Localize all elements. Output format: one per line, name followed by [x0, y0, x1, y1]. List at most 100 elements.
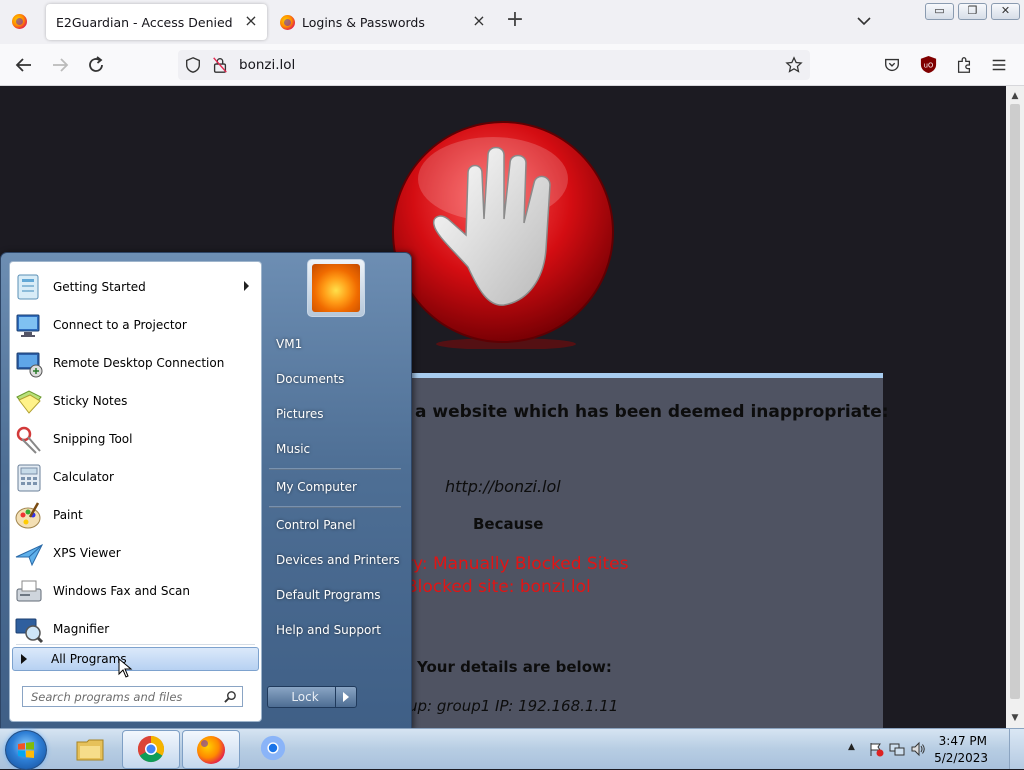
snipping-tool-icon [16, 426, 41, 454]
lock-button[interactable]: Lock [267, 686, 343, 708]
navigation-toolbar: bonzi.lol uO [0, 44, 1024, 86]
all-programs-label: All Programs [51, 652, 127, 666]
blocked-site-reason: Blocked site: bonzi.lol [406, 577, 591, 597]
close-icon[interactable]: × [243, 13, 259, 29]
link-my-computer[interactable]: My Computer [276, 480, 357, 494]
play-arrow-icon [21, 654, 27, 664]
link-user-vm1[interactable]: VM1 [276, 337, 302, 351]
getting-started-icon [17, 274, 39, 300]
folder-icon [76, 739, 104, 761]
restore-button[interactable]: ❐ [958, 3, 987, 20]
address-bar[interactable]: bonzi.lol [178, 50, 810, 80]
program-xps-viewer[interactable]: XPS Viewer [12, 536, 259, 572]
link-control-panel[interactable]: Control Panel [276, 518, 356, 532]
taskbar-explorer[interactable] [62, 730, 118, 767]
taskbar-firefox[interactable] [182, 730, 240, 769]
program-label: Magnifier [53, 622, 110, 636]
block-category: ry: Manually Blocked Sites [406, 554, 629, 574]
ublock-icon[interactable]: uO [919, 55, 938, 74]
show-desktop-button[interactable] [1009, 729, 1024, 769]
tab-title: Logins & Passwords [302, 15, 425, 30]
program-sticky-notes[interactable]: Sticky Notes [12, 384, 259, 420]
chromium-icon [260, 735, 286, 761]
fax-scan-icon [16, 580, 42, 602]
tab-logins[interactable]: Logins & Passwords × [270, 4, 495, 40]
because-label: Because [473, 515, 544, 533]
start-menu-programs-pane: Getting Started Connect to a Projector R… [9, 261, 262, 722]
minimize-button[interactable]: ▭ [925, 3, 954, 20]
link-help-support[interactable]: Help and Support [276, 623, 381, 637]
search-placeholder: Search programs and files [31, 690, 183, 704]
taskbar: ▲ 3:47 PM 5/2/2023 [0, 728, 1024, 770]
program-calculator[interactable]: Calculator [12, 460, 259, 496]
program-connect-projector[interactable]: Connect to a Projector [12, 308, 259, 344]
extensions-puzzle-icon[interactable] [955, 56, 973, 74]
program-label: Paint [53, 508, 83, 522]
program-remote-desktop[interactable]: Remote Desktop Connection [12, 346, 259, 382]
back-arrow-icon[interactable] [12, 53, 36, 77]
tab-bar: E2Guardian - Access Denied × Logins & Pa… [0, 0, 1024, 44]
program-snipping-tool[interactable]: Snipping Tool [12, 422, 259, 458]
close-window-button[interactable]: ✕ [991, 3, 1020, 20]
clock-time[interactable]: 3:47 PM [939, 734, 987, 748]
program-getting-started[interactable]: Getting Started [12, 270, 259, 306]
vertical-scrollbar[interactable]: ▲ ▼ [1006, 86, 1024, 728]
remote-desktop-icon [16, 352, 43, 378]
program-fax-scan[interactable]: Windows Fax and Scan [12, 574, 259, 610]
link-documents[interactable]: Documents [276, 372, 344, 386]
firefox-icon [280, 15, 295, 30]
pocket-icon[interactable] [883, 56, 901, 74]
clock-date[interactable]: 5/2/2023 [934, 751, 988, 765]
chevron-down-icon[interactable] [854, 12, 874, 30]
action-center-flag-icon[interactable] [868, 741, 884, 757]
submenu-arrow-icon[interactable] [244, 281, 249, 291]
separator [16, 644, 255, 645]
scroll-up-arrow-icon[interactable]: ▲ [1006, 88, 1024, 104]
url-text: bonzi.lol [239, 57, 296, 73]
lock-warning-icon[interactable] [211, 56, 229, 74]
network-icon[interactable] [889, 741, 905, 757]
link-devices-printers[interactable]: Devices and Printers [276, 553, 400, 567]
separator [269, 506, 401, 508]
forward-arrow-icon[interactable] [48, 53, 72, 77]
start-button[interactable] [5, 730, 47, 770]
show-hidden-icons-icon[interactable]: ▲ [848, 742, 855, 752]
program-label: Getting Started [53, 280, 146, 294]
bookmark-star-icon[interactable] [785, 56, 803, 74]
volume-icon[interactable] [910, 741, 926, 757]
start-menu: Getting Started Connect to a Projector R… [0, 252, 412, 730]
search-icon[interactable] [224, 690, 237, 703]
projector-icon [16, 314, 40, 337]
flower-picture-icon [312, 264, 360, 312]
close-icon[interactable]: × [471, 13, 487, 29]
separator [269, 468, 401, 470]
program-magnifier[interactable]: Magnifier [12, 612, 259, 648]
scroll-down-arrow-icon[interactable]: ▼ [1006, 710, 1024, 726]
tab-e2guardian[interactable]: E2Guardian - Access Denied × [46, 4, 267, 40]
link-pictures[interactable]: Pictures [276, 407, 324, 421]
reload-icon[interactable] [84, 53, 108, 77]
sticky-notes-icon [16, 390, 42, 414]
new-tab-button[interactable]: + [504, 9, 526, 32]
firefox-icon[interactable] [12, 14, 27, 29]
program-label: Calculator [53, 470, 114, 484]
program-label: Sticky Notes [53, 394, 128, 408]
all-programs-button[interactable]: All Programs [12, 647, 259, 678]
link-music[interactable]: Music [276, 442, 310, 456]
link-default-programs[interactable]: Default Programs [276, 588, 381, 602]
firefox-icon [197, 736, 225, 764]
shutdown-options-arrow-icon[interactable] [335, 686, 357, 708]
search-input[interactable]: Search programs and files [22, 686, 243, 707]
taskbar-chrome[interactable] [122, 730, 180, 769]
xps-viewer-icon [15, 543, 44, 567]
mouse-cursor-icon [118, 658, 133, 678]
user-avatar[interactable] [307, 259, 365, 317]
hamburger-menu-icon[interactable] [990, 56, 1008, 74]
details-heading: Your details are below: [417, 658, 612, 676]
shield-icon[interactable] [184, 56, 202, 74]
program-paint[interactable]: Paint [12, 498, 259, 534]
scroll-thumb[interactable] [1010, 104, 1020, 699]
program-label: XPS Viewer [53, 546, 121, 560]
taskbar-chromium[interactable] [246, 730, 302, 767]
access-denied-panel: a website which has been deemed inapprop… [338, 373, 889, 728]
